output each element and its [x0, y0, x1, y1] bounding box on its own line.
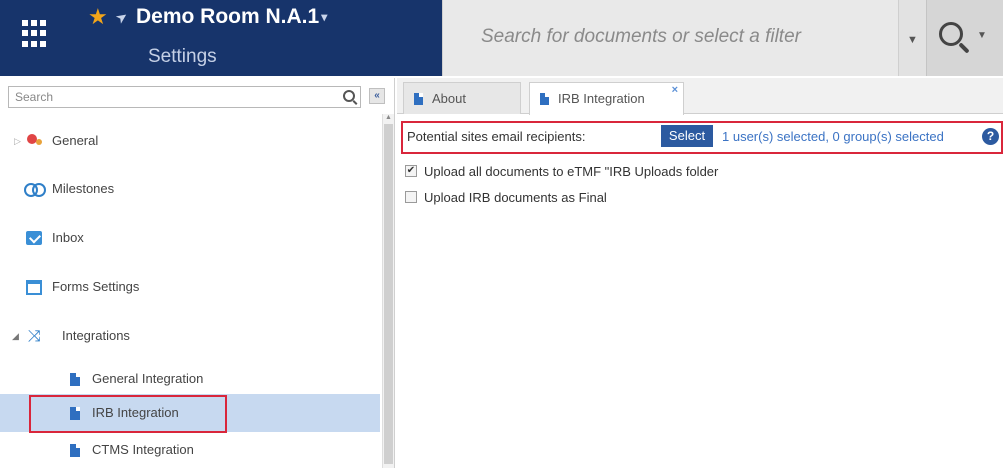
favorite-star-icon[interactable]: ★ — [88, 4, 108, 30]
search-icon[interactable] — [343, 90, 355, 102]
sidebar-item-milestones[interactable]: Milestones — [0, 166, 380, 212]
filter-dropdown-icon[interactable]: ▼ — [898, 0, 926, 76]
sidebar-item-inbox[interactable]: Inbox — [0, 215, 380, 261]
document-icon — [70, 373, 80, 386]
pin-arrow-icon: ➤ — [112, 7, 131, 28]
sidebar-item-label: Forms Settings — [52, 279, 140, 294]
inbox-icon — [26, 231, 42, 245]
upload-all-label: Upload all documents to eTMF "IRB Upload… — [424, 164, 719, 179]
top-header: ★ ➤ Demo Room N.A.1 ▾ Settings Search for… — [0, 0, 1003, 76]
close-icon[interactable]: × — [672, 84, 678, 96]
milestones-icon — [24, 182, 46, 197]
sidebar-item-label: General — [52, 133, 99, 148]
sidebar-search-input[interactable]: Search — [8, 86, 361, 108]
tab-label: IRB Integration — [558, 91, 645, 106]
chevron-down-icon[interactable]: ▾ — [321, 10, 327, 24]
scrollbar-thumb[interactable] — [384, 124, 393, 464]
tab-label: About — [432, 91, 466, 106]
chevron-down-icon[interactable]: ▼ — [977, 30, 987, 41]
room-title-text: Demo Room N.A.1 — [136, 5, 320, 28]
upload-final-label: Upload IRB documents as Final — [424, 190, 607, 205]
document-search[interactable]: Search for documents or select a filter … — [442, 0, 926, 76]
document-icon — [414, 93, 423, 105]
expand-arrow-icon[interactable]: ▷ — [14, 136, 21, 147]
tab-bar: About IRB Integration × — [397, 78, 1003, 115]
upload-final-checkbox[interactable] — [405, 191, 417, 203]
sidebar-item-label: Milestones — [52, 181, 115, 196]
room-header: ★ ➤ Demo Room N.A.1 ▾ Settings — [0, 0, 442, 76]
search-input[interactable]: Search for documents or select a filter — [481, 26, 801, 48]
room-subtitle: Settings — [148, 46, 217, 67]
collapse-sidebar-button[interactable]: « — [369, 88, 385, 104]
settings-sidebar: Search « ▲ ▷ General Milestones Inbox Fo… — [0, 78, 395, 468]
sidebar-item-label: General Integration — [92, 371, 204, 386]
forms-icon — [26, 280, 42, 295]
document-icon — [540, 93, 549, 105]
sidebar-item-label: CTMS Integration — [92, 442, 194, 457]
search-button[interactable]: ▼ — [926, 0, 1003, 76]
room-title[interactable]: Demo Room N.A.1 ▾ — [136, 4, 327, 30]
upload-all-checkbox[interactable]: ✔ — [405, 165, 417, 177]
search-icon — [939, 22, 963, 46]
sidebar-item-integrations[interactable]: ◢ Integrations — [0, 313, 380, 359]
apps-grid-icon[interactable] — [22, 20, 50, 48]
sidebar-item-label: Integrations — [62, 328, 130, 343]
document-icon — [70, 444, 80, 457]
sidebar-search-placeholder: Search — [15, 90, 54, 104]
sidebar-item-label: Inbox — [52, 230, 84, 245]
collapse-arrow-icon[interactable]: ◢ — [12, 331, 19, 342]
highlight-box — [29, 395, 227, 433]
gear-icon — [27, 134, 42, 145]
sidebar-item-general[interactable]: ▷ General — [0, 118, 380, 164]
scroll-up-arrow-icon[interactable]: ▲ — [385, 114, 392, 121]
integrations-icon — [28, 326, 46, 346]
sidebar-item-forms-settings[interactable]: Forms Settings — [0, 264, 380, 310]
tab-irb-integration[interactable]: IRB Integration × — [529, 82, 684, 115]
highlight-box — [401, 121, 1003, 154]
sidebar-item-ctms-integration[interactable]: CTMS Integration — [0, 434, 380, 468]
sidebar-scrollbar[interactable]: ▲ — [382, 114, 394, 468]
tab-about[interactable]: About — [403, 82, 521, 114]
irb-integration-panel: Potential sites email recipients: Select… — [397, 115, 1003, 468]
